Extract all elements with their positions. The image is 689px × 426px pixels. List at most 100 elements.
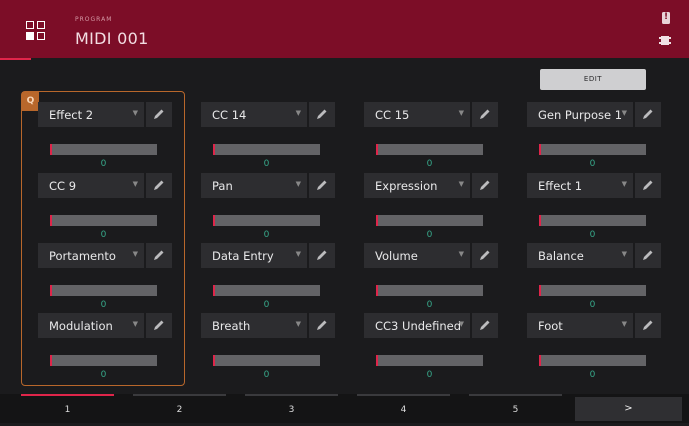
page-tab-2[interactable]: 2 (133, 394, 226, 423)
page-tab-5[interactable]: 5 (469, 394, 562, 423)
value-slider[interactable] (376, 355, 483, 366)
caret-down-icon: ▼ (295, 250, 301, 258)
value-slider[interactable] (50, 215, 157, 226)
pencil-icon[interactable] (635, 313, 661, 338)
page-tab-4[interactable]: 4 (357, 394, 450, 423)
pencil-icon[interactable] (472, 243, 498, 268)
control-select[interactable]: CC 9 ▼ (38, 173, 144, 198)
control-cell: CC 14 ▼ 0 (201, 102, 364, 172)
control-select[interactable]: Expression ▼ (364, 173, 470, 198)
control-cell: Breath ▼ 0 (201, 313, 364, 383)
value-slider[interactable] (50, 285, 157, 296)
control-value: 0 (100, 159, 107, 169)
pencil-icon[interactable] (146, 313, 172, 338)
value-slider[interactable] (376, 144, 483, 155)
slider-indicator (539, 144, 541, 155)
slider-indicator (539, 285, 541, 296)
header-indicator (0, 58, 31, 60)
page-tab-label: 1 (64, 405, 71, 415)
slider-indicator (50, 355, 52, 366)
value-slider[interactable] (50, 144, 157, 155)
control-label: Portamento (49, 249, 116, 263)
control-value: 0 (589, 370, 596, 380)
control-label: CC3 Undefined (375, 319, 462, 333)
pencil-icon[interactable] (309, 102, 335, 127)
value-slider[interactable] (539, 215, 646, 226)
control-select[interactable]: Foot ▼ (527, 313, 633, 338)
next-page-button[interactable]: > (575, 397, 682, 421)
pencil-icon[interactable] (472, 102, 498, 127)
control-label: Foot (538, 319, 563, 333)
pencil-icon[interactable] (146, 243, 172, 268)
caret-down-icon: ▼ (458, 250, 464, 258)
mode-label: PROGRAM (75, 16, 113, 23)
control-label: Data Entry (212, 249, 274, 263)
caret-down-icon: ▼ (621, 180, 627, 188)
caret-down-icon: ▼ (621, 109, 627, 117)
value-slider[interactable] (539, 144, 646, 155)
page-tab-indicator (469, 394, 562, 396)
grid-icon[interactable] (26, 21, 46, 41)
value-slider[interactable] (376, 215, 483, 226)
control-value: 0 (589, 159, 596, 169)
value-slider[interactable] (213, 355, 320, 366)
control-label: CC 9 (49, 179, 77, 193)
page-tab-indicator (133, 394, 226, 396)
control-select[interactable]: Gen Purpose 1 ▼ (527, 102, 633, 127)
page-tab-1[interactable]: 1 (21, 394, 114, 423)
control-select[interactable]: Pan ▼ (201, 173, 307, 198)
control-value: 0 (263, 159, 270, 169)
caret-down-icon: ▼ (295, 180, 301, 188)
value-slider[interactable] (539, 285, 646, 296)
pencil-icon[interactable] (472, 173, 498, 198)
control-cell: CC 9 ▼ 0 (38, 173, 201, 243)
edit-button[interactable]: EDIT (540, 69, 646, 90)
control-select[interactable]: CC 15 ▼ (364, 102, 470, 127)
value-slider[interactable] (539, 355, 646, 366)
control-select[interactable]: Portamento ▼ (38, 243, 144, 268)
control-select[interactable]: CC3 Undefined ▼ (364, 313, 470, 338)
control-select[interactable]: Data Entry ▼ (201, 243, 307, 268)
caret-down-icon: ▼ (621, 250, 627, 258)
control-label: Modulation (49, 319, 113, 333)
slider-indicator (376, 144, 378, 155)
value-slider[interactable] (213, 215, 320, 226)
value-slider[interactable] (376, 285, 483, 296)
pencil-icon[interactable] (309, 313, 335, 338)
control-select[interactable]: Effect 2 ▼ (38, 102, 144, 127)
value-slider[interactable] (213, 285, 320, 296)
slider-indicator (213, 355, 215, 366)
control-value: 0 (589, 230, 596, 240)
control-value: 0 (426, 159, 433, 169)
pencil-icon[interactable] (472, 313, 498, 338)
control-select[interactable]: Volume ▼ (364, 243, 470, 268)
pencil-icon[interactable] (635, 102, 661, 127)
control-cell: Effect 1 ▼ 0 (527, 173, 689, 243)
chip-icon[interactable] (659, 36, 671, 45)
control-select[interactable]: Modulation ▼ (38, 313, 144, 338)
program-title[interactable]: MIDI 001 (75, 29, 149, 48)
control-cell: Foot ▼ 0 (527, 313, 689, 383)
control-cell: Expression ▼ 0 (364, 173, 527, 243)
pencil-icon[interactable] (309, 173, 335, 198)
control-select[interactable]: CC 14 ▼ (201, 102, 307, 127)
slider-indicator (50, 144, 52, 155)
control-cell: CC 15 ▼ 0 (364, 102, 527, 172)
control-select[interactable]: Balance ▼ (527, 243, 633, 268)
value-slider[interactable] (213, 144, 320, 155)
control-label: Effect 1 (538, 179, 583, 193)
control-cell: Pan ▼ 0 (201, 173, 364, 243)
control-select[interactable]: Effect 1 ▼ (527, 173, 633, 198)
pencil-icon[interactable] (146, 102, 172, 127)
pencil-icon[interactable] (309, 243, 335, 268)
value-slider[interactable] (50, 355, 157, 366)
alert-icon[interactable] (662, 11, 670, 24)
page-tab-3[interactable]: 3 (245, 394, 338, 423)
control-select[interactable]: Breath ▼ (201, 313, 307, 338)
caret-down-icon: ▼ (458, 180, 464, 188)
caret-down-icon: ▼ (132, 180, 138, 188)
pencil-icon[interactable] (146, 173, 172, 198)
pencil-icon[interactable] (635, 173, 661, 198)
pencil-icon[interactable] (635, 243, 661, 268)
control-value: 0 (263, 230, 270, 240)
